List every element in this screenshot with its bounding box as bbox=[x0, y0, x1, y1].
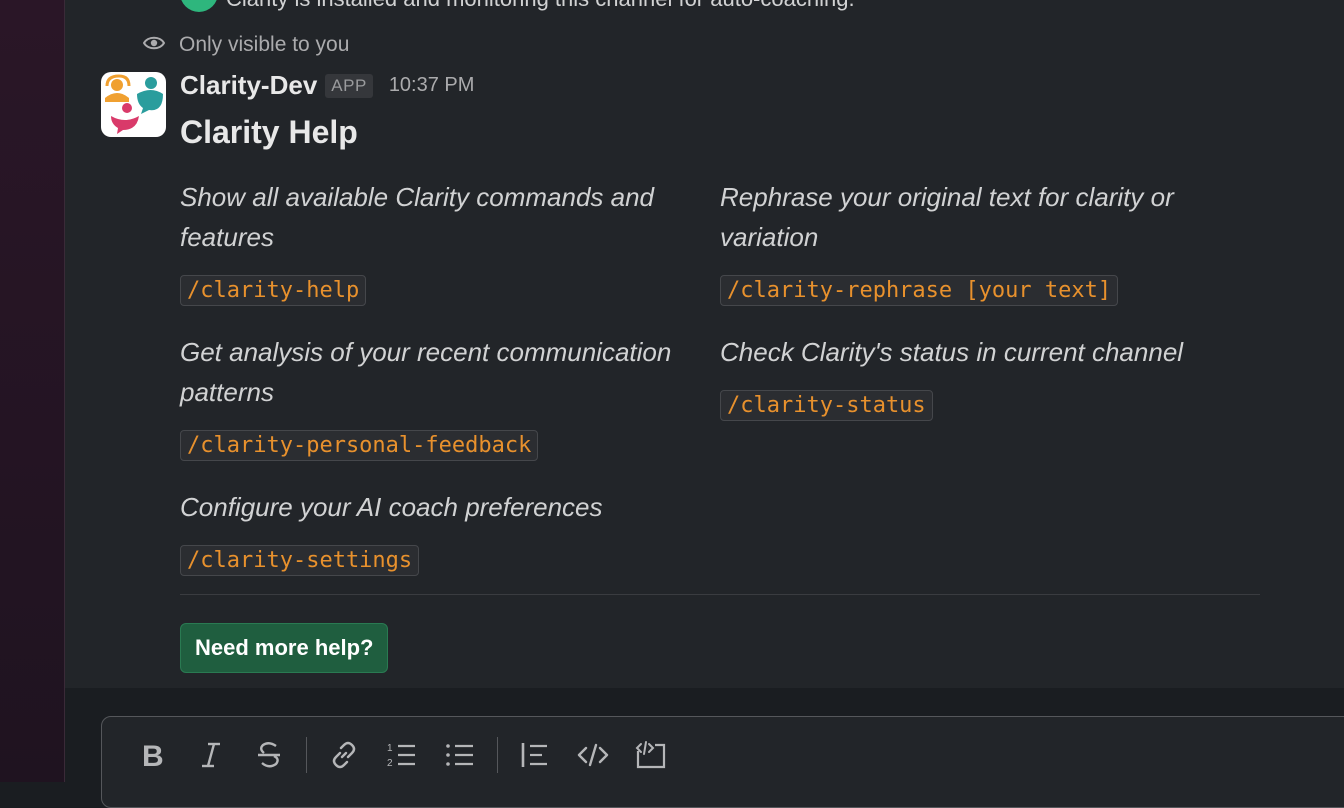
italic-icon[interactable] bbox=[182, 738, 240, 772]
command-block: Rephrase your original text for clarity … bbox=[720, 177, 1220, 306]
sender-name[interactable]: Clarity-Dev bbox=[180, 70, 317, 101]
link-icon[interactable] bbox=[315, 738, 373, 772]
command-description: Check Clarity's status in current channe… bbox=[720, 337, 1184, 367]
svg-text:2: 2 bbox=[387, 758, 393, 769]
divider bbox=[180, 594, 1260, 595]
command-description: Get analysis of your recent communicatio… bbox=[180, 337, 672, 407]
status-dot-icon bbox=[180, 0, 218, 13]
command-block: Get analysis of your recent communicatio… bbox=[180, 332, 680, 461]
numbered-list-icon[interactable]: 12 bbox=[373, 738, 431, 772]
code-icon[interactable] bbox=[564, 738, 622, 772]
eye-icon bbox=[142, 33, 166, 57]
command-code: /clarity-rephrase [your text] bbox=[720, 275, 1119, 306]
workspace-sidebar bbox=[0, 0, 65, 782]
command-description: Rephrase your original text for clarity … bbox=[720, 182, 1174, 252]
bulleted-list-icon[interactable] bbox=[431, 738, 489, 772]
command-description: Show all available Clarity commands and … bbox=[180, 182, 655, 252]
visibility-note: Only visible to you bbox=[142, 33, 350, 57]
message-header: Clarity-Dev APP 10:37 PM bbox=[180, 70, 474, 101]
command-block: Check Clarity's status in current channe… bbox=[720, 332, 1220, 421]
bold-icon[interactable]: B bbox=[124, 738, 182, 772]
command-code: /clarity-help bbox=[180, 275, 367, 306]
help-title: Clarity Help bbox=[180, 114, 358, 150]
need-more-help-button[interactable]: Need more help? bbox=[180, 623, 389, 673]
message-timestamp[interactable]: 10:37 PM bbox=[389, 74, 475, 97]
command-block: Show all available Clarity commands and … bbox=[180, 177, 680, 306]
command-code: /clarity-settings bbox=[180, 545, 420, 576]
formatting-toolbar: B 12 bbox=[124, 737, 680, 773]
strikethrough-icon[interactable] bbox=[240, 738, 298, 772]
command-code: /clarity-status bbox=[720, 390, 933, 421]
toolbar-separator bbox=[497, 737, 498, 773]
app-badge: APP bbox=[325, 73, 373, 98]
command-code: /clarity-personal-feedback bbox=[180, 430, 539, 461]
command-block: Configure your AI coach preferences /cla… bbox=[180, 487, 680, 576]
previous-message-text: Clarity is installed and monitoring this… bbox=[226, 0, 855, 11]
toolbar-separator bbox=[306, 737, 307, 773]
message-composer[interactable]: B 12 bbox=[101, 716, 1344, 808]
blockquote-icon[interactable] bbox=[506, 738, 564, 772]
visibility-label: Only visible to you bbox=[179, 33, 350, 56]
command-description: Configure your AI coach preferences bbox=[180, 492, 603, 522]
avatar[interactable] bbox=[101, 72, 166, 137]
previous-message: Clarity is installed and monitoring this… bbox=[180, 0, 855, 13]
code-block-icon[interactable] bbox=[622, 738, 680, 772]
svg-text:B: B bbox=[142, 741, 164, 769]
svg-text:1: 1 bbox=[387, 743, 393, 754]
